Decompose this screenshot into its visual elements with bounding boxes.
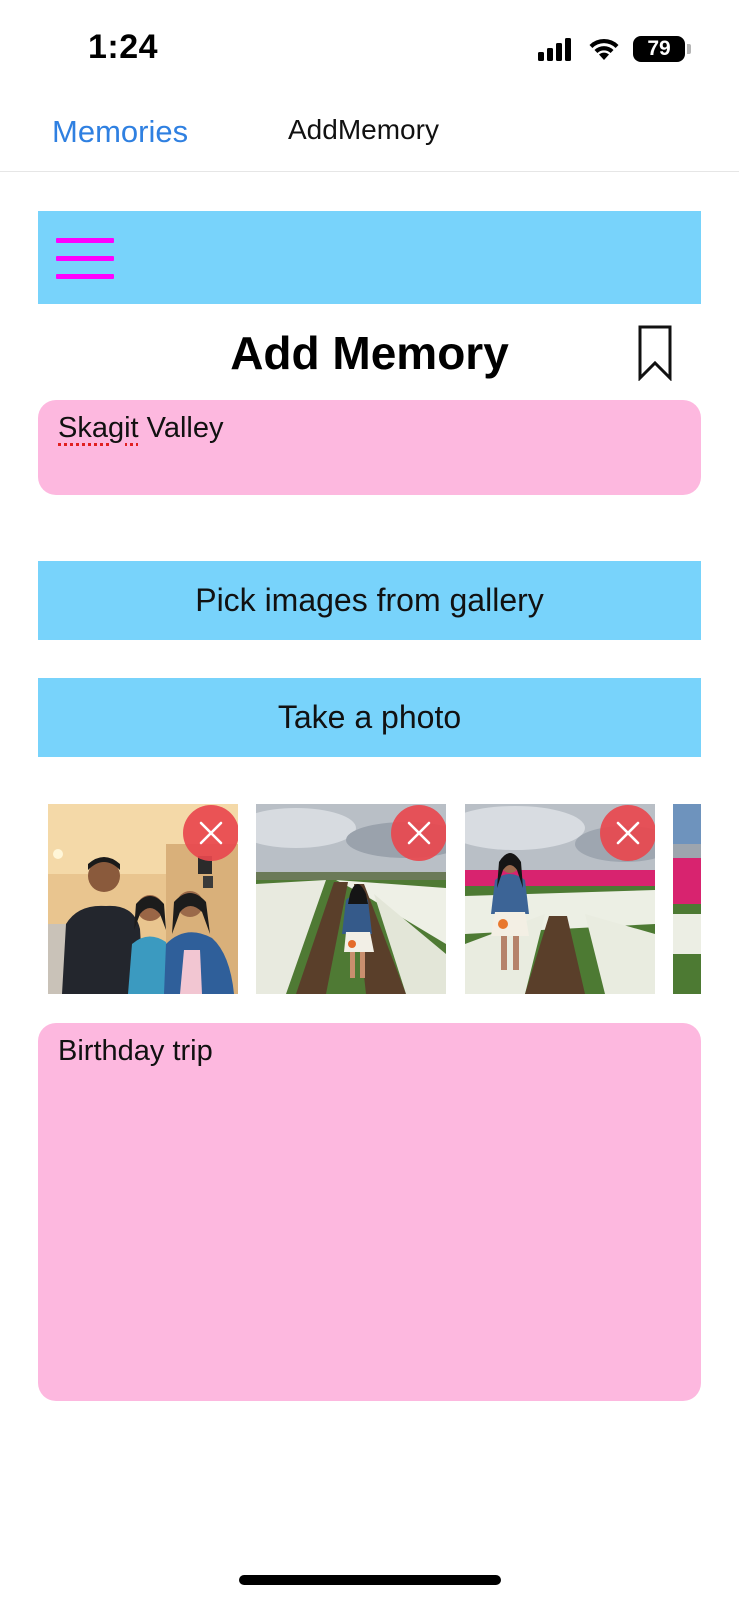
- photo-thumbnail[interactable]: [465, 804, 655, 994]
- photo-thumbnail[interactable]: [48, 804, 238, 994]
- take-photo-button[interactable]: Take a photo: [38, 678, 701, 757]
- status-time: 1:24: [88, 28, 159, 66]
- wifi-icon: [589, 38, 619, 60]
- misspelled-word: Skagit: [58, 412, 139, 444]
- description-input[interactable]: Birthday trip: [38, 1023, 701, 1401]
- close-icon: [199, 821, 223, 845]
- title-input[interactable]: Skagit Valley: [38, 400, 701, 495]
- nav-title: AddMemory: [288, 114, 439, 145]
- top-banner: [38, 211, 701, 304]
- hamburger-menu-icon[interactable]: [56, 238, 114, 280]
- close-icon: [407, 821, 431, 845]
- bookmark-icon[interactable]: [636, 325, 674, 381]
- photo-thumbnail[interactable]: [256, 804, 446, 994]
- remove-photo-button[interactable]: [600, 805, 655, 861]
- pick-images-button[interactable]: Pick images from gallery: [38, 561, 701, 640]
- close-icon: [616, 821, 640, 845]
- battery-nub: [687, 44, 691, 54]
- description-input-value: Birthday trip: [58, 1035, 213, 1067]
- battery-level: 79: [647, 37, 671, 60]
- cellular-signal-icon: [538, 37, 571, 61]
- status-bar: 1:24 79: [0, 0, 739, 96]
- navigation-bar: Memories AddMemory: [0, 96, 739, 172]
- title-input-value: Skagit Valley: [58, 412, 224, 445]
- photo-thumbnail[interactable]: [673, 804, 701, 994]
- title-input-rest: Valley: [138, 412, 224, 444]
- page-title: Add Memory: [230, 327, 509, 379]
- photo-tulip-field-partial: [673, 804, 701, 994]
- remove-photo-button[interactable]: [183, 805, 238, 861]
- status-icons: 79: [538, 36, 691, 62]
- home-indicator[interactable]: [239, 1575, 501, 1585]
- photo-strip[interactable]: [38, 804, 701, 994]
- battery-icon: 79: [633, 36, 685, 62]
- back-button[interactable]: Memories: [52, 114, 188, 150]
- remove-photo-button[interactable]: [391, 805, 446, 861]
